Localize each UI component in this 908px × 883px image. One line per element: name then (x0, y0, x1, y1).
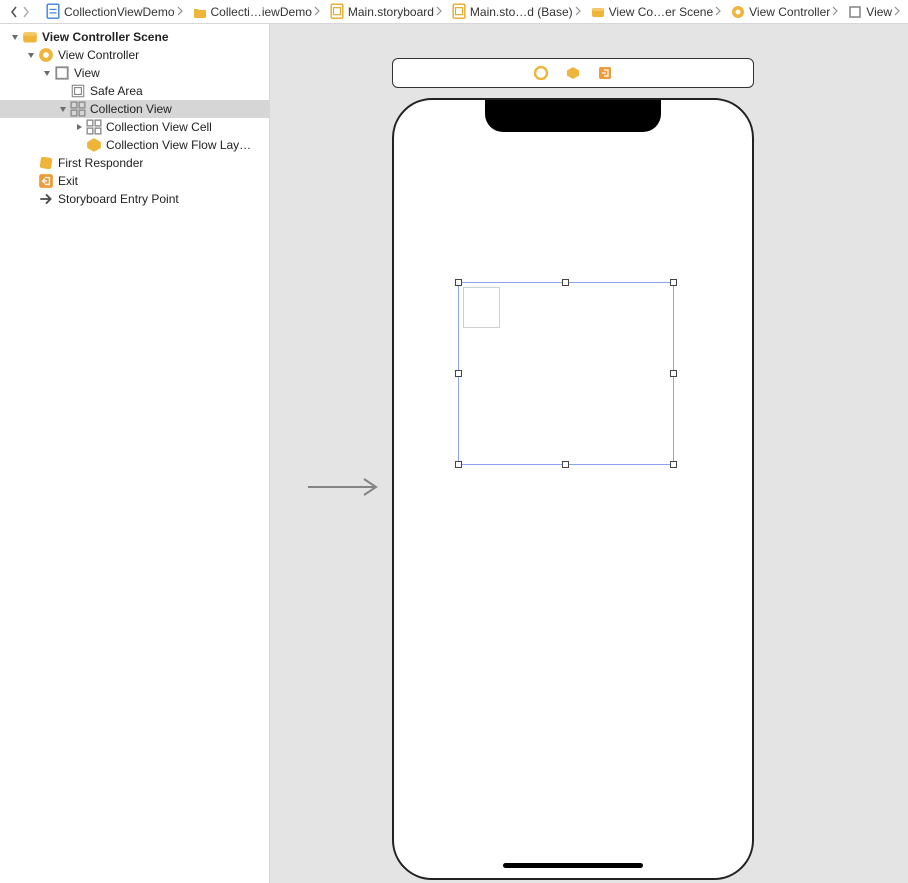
outline-safe-area[interactable]: Safe Area (0, 82, 269, 100)
storyboard-file-icon (452, 5, 466, 19)
view-controller-icon (731, 5, 745, 19)
view-controller-icon[interactable] (534, 66, 548, 80)
resize-handle[interactable] (455, 279, 462, 286)
device-frame[interactable] (392, 98, 754, 880)
breadcrumb-label: Main.storyboard (348, 5, 434, 19)
collection-view-selection[interactable] (458, 282, 674, 465)
scene-dock[interactable] (392, 58, 754, 88)
view-controller-icon (38, 47, 54, 63)
first-responder-icon (38, 155, 54, 171)
document-outline[interactable]: View Controller Scene View Controller Vi… (0, 24, 270, 883)
resize-handle[interactable] (562, 279, 569, 286)
outline-first-responder[interactable]: First Responder (0, 154, 269, 172)
resize-handle[interactable] (670, 279, 677, 286)
outline-collection-view-cell[interactable]: Collection View Cell (0, 118, 269, 136)
collection-view-icon (70, 101, 86, 117)
chevron-right-icon (832, 5, 842, 19)
resize-handle[interactable] (670, 370, 677, 377)
jump-bar: CollectionViewDemo Collecti…iewDemo Main… (0, 0, 908, 24)
outline-label: Collection View (90, 102, 172, 116)
chevron-right-icon (436, 5, 446, 19)
scene-icon (22, 29, 38, 45)
breadcrumb-folder[interactable]: Collecti…iewDemo (191, 5, 328, 19)
breadcrumb-label: Collecti…iewDemo (211, 5, 312, 19)
exit-icon (38, 173, 54, 189)
outline-collection-view[interactable]: Collection View (0, 100, 269, 118)
outline-scene[interactable]: View Controller Scene (0, 28, 269, 46)
outline-exit[interactable]: Exit (0, 172, 269, 190)
breadcrumb-label: View Controller (749, 5, 830, 19)
disclosure-right-icon[interactable] (74, 122, 84, 132)
scene-icon (591, 5, 605, 19)
outline-label: View Controller Scene (42, 30, 169, 44)
view-icon (54, 65, 70, 81)
disclosure-down-icon[interactable] (10, 32, 20, 42)
outline-label: Safe Area (90, 84, 143, 98)
chevron-right-icon (575, 5, 585, 19)
arrow-right-icon (38, 191, 54, 207)
breadcrumb-project[interactable]: CollectionViewDemo (44, 5, 191, 19)
exit-icon[interactable] (598, 66, 612, 80)
resize-handle[interactable] (562, 461, 569, 468)
breadcrumb-label: View Co…er Scene (609, 5, 714, 19)
chevron-right-icon (177, 5, 187, 19)
outline-label: View (74, 66, 100, 80)
outline-label: Storyboard Entry Point (58, 192, 179, 206)
collection-view-icon (86, 119, 102, 135)
outline-label: Collection View Cell (106, 120, 212, 134)
breadcrumb-controller[interactable]: View Controller (729, 5, 846, 19)
first-responder-icon[interactable] (566, 66, 580, 80)
storyboard-canvas[interactable] (270, 24, 908, 883)
project-file-icon (46, 5, 60, 19)
flow-layout-icon (86, 137, 102, 153)
outline-label: Collection View Flow Lay… (106, 138, 251, 152)
nav-back-icon[interactable] (10, 3, 18, 21)
nav-forward-icon[interactable] (22, 3, 30, 21)
breadcrumb-label: CollectionViewDemo (64, 5, 175, 19)
breadcrumb-label: View (866, 5, 892, 19)
safe-area-icon (70, 83, 86, 99)
resize-handle[interactable] (455, 461, 462, 468)
chevron-right-icon (715, 5, 725, 19)
disclosure-down-icon[interactable] (26, 50, 36, 60)
outline-flow-layout[interactable]: Collection View Flow Lay… (0, 136, 269, 154)
breadcrumb-view[interactable]: View (846, 5, 908, 19)
storyboard-file-icon (330, 5, 344, 19)
folder-icon (193, 5, 207, 19)
disclosure-down-icon[interactable] (58, 104, 68, 114)
outline-view[interactable]: View (0, 64, 269, 82)
outline-label: First Responder (58, 156, 143, 170)
breadcrumb-label: Main.sto…d (Base) (470, 5, 573, 19)
home-indicator (503, 863, 643, 868)
device-notch (485, 100, 661, 132)
outline-label: Exit (58, 174, 78, 188)
resize-handle[interactable] (670, 461, 677, 468)
outline-view-controller[interactable]: View Controller (0, 46, 269, 64)
entry-point-arrow-icon[interactable] (306, 476, 386, 501)
breadcrumb-scene[interactable]: View Co…er Scene (589, 5, 730, 19)
breadcrumb-storyboard[interactable]: Main.storyboard (328, 5, 450, 19)
breadcrumb-base[interactable]: Main.sto…d (Base) (450, 5, 589, 19)
chevron-right-icon (314, 5, 324, 19)
outline-label: View Controller (58, 48, 139, 62)
resize-handle[interactable] (455, 370, 462, 377)
outline-entry-point[interactable]: Storyboard Entry Point (0, 190, 269, 208)
view-icon (848, 5, 862, 19)
collection-view-cell-placeholder[interactable] (463, 287, 500, 328)
chevron-right-icon (894, 5, 904, 19)
disclosure-down-icon[interactable] (42, 68, 52, 78)
